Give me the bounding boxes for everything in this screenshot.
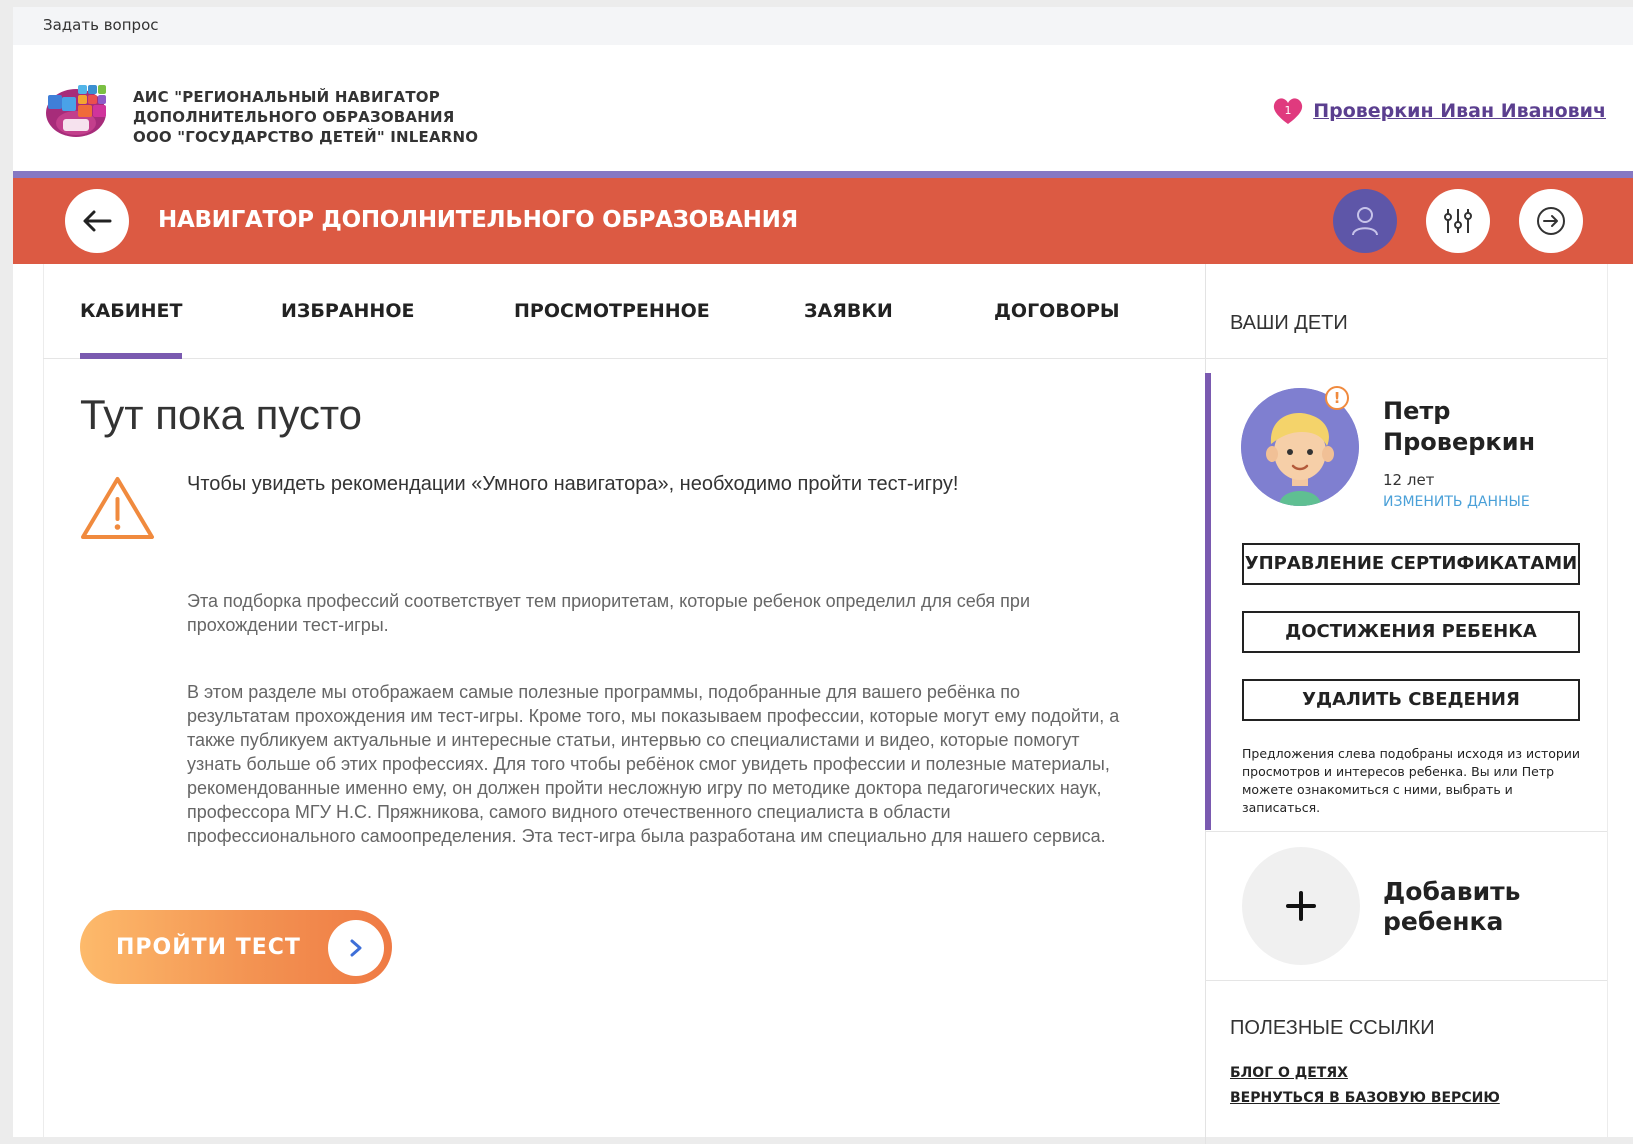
child-note: Предложения слева подобраны исходя из ис… (1242, 746, 1581, 815)
child-age: 12 лет (1383, 471, 1435, 489)
sidebar-divider-2 (1205, 831, 1607, 832)
logout-icon (1537, 207, 1565, 235)
logo-text: АИС "РЕГИОНАЛЬНЫЙ НАВИГАТОР ДОПОЛНИТЕЛЬН… (133, 87, 478, 147)
description-paragraph-1: Эта подборка профессий соответствует тем… (187, 591, 1030, 635)
logout-button[interactable] (1519, 189, 1583, 253)
tab-cabinet[interactable]: КАБИНЕТ (80, 300, 183, 359)
filters-icon (1444, 209, 1472, 233)
child-achievements-button[interactable]: ДОСТИЖЕНИЯ РЕБЕНКА (1242, 611, 1580, 653)
top-strip: Задать вопрос (13, 7, 1633, 46)
useful-links-title: ПОЛЕЗНЫЕ ССЫЛКИ (1230, 1017, 1435, 1039)
user-area: 1 Проверкин Иван Иванович (1273, 97, 1606, 125)
back-arrow-icon (83, 210, 112, 232)
navbar-title: НАВИГАТОР ДОПОЛНИТЕЛЬНОГО ОБРАЗОВАНИЯ (158, 207, 798, 233)
plus-icon (1242, 847, 1360, 965)
logo-line-1: АИС "РЕГИОНАЛЬНЫЙ НАВИГАТОР (133, 88, 440, 106)
add-child-button[interactable]: Добавить ребенка (1242, 847, 1592, 967)
site-header: АИС "РЕГИОНАЛЬНЫЙ НАВИГАТОР ДОПОЛНИТЕЛЬН… (13, 45, 1633, 171)
logo-line-3: ООО "ГОСУДАРСТВО ДЕТЕЙ" INLEARNO (133, 128, 479, 146)
content-right-border (1607, 264, 1608, 1144)
child-last-name: Проверкин (1383, 428, 1536, 456)
add-child-label: Добавить ребенка (1383, 877, 1521, 936)
back-button[interactable] (65, 189, 129, 253)
kids-divider (1205, 358, 1607, 359)
inlearno-logo[interactable] (45, 81, 107, 139)
heart-icon[interactable]: 1 (1273, 97, 1303, 125)
chevron-right-icon (328, 920, 384, 976)
delete-info-button[interactable]: УДАЛИТЬ СВЕДЕНИЯ (1242, 679, 1580, 721)
child-card-accent (1205, 373, 1211, 830)
tab-requests[interactable]: ЗАЯВКИ (804, 300, 893, 322)
child-card: ! Петр Проверкин 12 лет ИЗМЕНИТЬ ДАННЫЕ … (1205, 373, 1607, 830)
basic-version-link[interactable]: ВЕРНУТЬСЯ В БАЗОВУЮ ВЕРСИЮ (1230, 1090, 1500, 1106)
tab-viewed[interactable]: ПРОСМОТРЕННОЕ (514, 300, 710, 322)
user-name-link[interactable]: Проверкин Иван Иванович (1313, 100, 1606, 122)
navbar: НАВИГАТОР ДОПОЛНИТЕЛЬНОГО ОБРАЗОВАНИЯ (13, 178, 1633, 264)
your-kids-title: ВАШИ ДЕТИ (1230, 312, 1348, 334)
take-test-button[interactable]: ПРОЙТИ ТЕСТ (80, 910, 392, 984)
child-first-name: Петр (1383, 397, 1451, 425)
warning-text: Чтобы увидеть рекомендации «Умного навиг… (187, 473, 959, 495)
ask-question-link[interactable]: Задать вопрос (43, 16, 159, 34)
warning-icon (80, 475, 155, 541)
filters-button[interactable] (1426, 189, 1490, 253)
header-divider (13, 171, 1633, 178)
profile-icon (1352, 207, 1378, 236)
sidebar-divider-3 (1205, 980, 1607, 981)
blog-link[interactable]: БЛОГ О ДЕТЯХ (1230, 1065, 1348, 1081)
page: Задать вопрос АИС "РЕГИОНАЛЬНЫЙ НАВИГАТО… (13, 7, 1633, 1144)
tab-contracts[interactable]: ДОГОВОРЫ (994, 300, 1120, 322)
manage-certificates-button[interactable]: УПРАВЛЕНИЕ СЕРТИФИКАТАМИ (1242, 543, 1580, 585)
empty-state-title: Тут пока пусто (80, 391, 363, 438)
cabinet-tabs: КАБИНЕТ ИЗБРАННОЕ ПРОСМОТРЕННОЕ ЗАЯВКИ Д… (43, 264, 1205, 359)
content-left-border (43, 264, 44, 1144)
child-alert-icon[interactable]: ! (1325, 386, 1349, 410)
favorites-count: 1 (1285, 104, 1292, 117)
tab-favorites[interactable]: ИЗБРАННОЕ (281, 300, 414, 322)
logo-line-2: ДОПОЛНИТЕЛЬНОГО ОБРАЗОВАНИЯ (133, 108, 455, 126)
profile-button[interactable] (1333, 189, 1397, 253)
description-paragraph-2: В этом разделе мы отображаем самые полез… (187, 682, 1120, 846)
take-test-label: ПРОЙТИ ТЕСТ (116, 934, 301, 960)
edit-child-link[interactable]: ИЗМЕНИТЬ ДАННЫЕ (1383, 494, 1530, 510)
